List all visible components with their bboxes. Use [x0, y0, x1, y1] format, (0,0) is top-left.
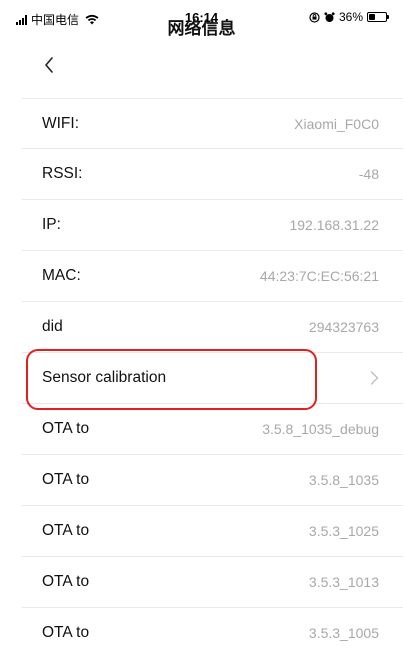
chevron-right-icon [370, 371, 379, 385]
row-value: 192.168.31.22 [289, 217, 379, 233]
list-item-ip: IP: 192.168.31.22 [22, 200, 403, 251]
row-label: OTA to [42, 573, 90, 590]
row-value: 3.5.8_1035 [308, 472, 379, 488]
network-info-list: WIFI: Xiaomi_F0C0 RSSI: -48 IP: 192.168.… [22, 98, 403, 659]
row-value: 294323763 [308, 319, 379, 335]
list-item-ota[interactable]: OTA to 3.5.8_1035 [22, 455, 403, 506]
page-title: 网络信息 [167, 19, 236, 38]
row-value: 44:23:7C:EC:56:21 [259, 268, 379, 284]
row-label: OTA to [42, 420, 90, 437]
row-label: OTA to [42, 522, 90, 539]
row-label: MAC: [42, 267, 81, 284]
row-value: -48 [358, 166, 379, 182]
list-item-mac: MAC: 44:23:7C:EC:56:21 [22, 251, 403, 302]
list-item-ota[interactable]: OTA to 3.5.3_1013 [22, 557, 403, 608]
row-label: WIFI: [42, 115, 80, 132]
row-label: RSSI: [42, 165, 83, 182]
list-item-wifi: WIFI: Xiaomi_F0C0 [22, 98, 403, 149]
nav-bar [0, 36, 403, 96]
list-item-did: did 294323763 [22, 302, 403, 353]
row-label: OTA to [42, 471, 90, 488]
list-item-sensor-calibration[interactable]: Sensor calibration [22, 353, 403, 404]
list-item-ota[interactable]: OTA to 3.5.8_1035_debug [22, 404, 403, 455]
row-value: 3.5.3_1005 [308, 625, 379, 641]
chevron-left-icon [45, 57, 53, 73]
list-item-ota[interactable]: OTA to 3.5.3_1025 [22, 506, 403, 557]
row-value: Xiaomi_F0C0 [294, 116, 379, 132]
row-value: 3.5.3_1013 [308, 574, 379, 590]
row-label: did [42, 318, 63, 335]
list-item-ota[interactable]: OTA to 3.5.3_1005 [22, 608, 403, 659]
row-label: OTA to [42, 624, 90, 641]
row-value: 3.5.3_1025 [308, 523, 379, 539]
row-label: IP: [42, 216, 61, 233]
back-button[interactable] [38, 48, 72, 82]
row-value: 3.5.8_1035_debug [262, 421, 379, 437]
list-item-rssi: RSSI: -48 [22, 149, 403, 200]
row-label: Sensor calibration [42, 369, 167, 386]
